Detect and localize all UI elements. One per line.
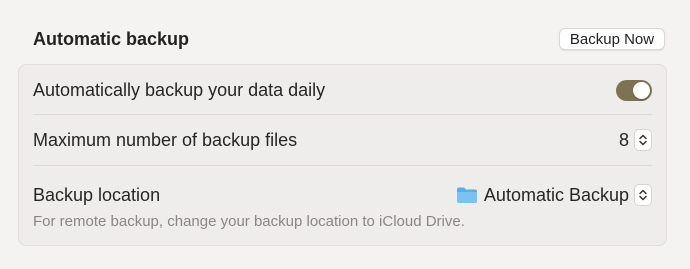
up-down-chevron-icon	[639, 134, 647, 146]
toggle-knob	[633, 81, 650, 99]
max-files-value: 8	[618, 129, 629, 150]
location-popup-button[interactable]	[634, 184, 652, 206]
max-files-label: Maximum number of backup files	[33, 129, 298, 150]
location-value: Automatic Backup	[483, 184, 629, 205]
divider	[33, 114, 652, 115]
location-hint: For remote backup, change your backup lo…	[33, 213, 465, 230]
max-files-row: Maximum number of backup files 8	[33, 128, 652, 152]
backup-settings-card: Automatically backup your data daily Max…	[18, 64, 667, 246]
max-files-stepper[interactable]	[634, 129, 652, 151]
location-select[interactable]: Automatic Backup	[456, 185, 629, 206]
daily-backup-label: Automatically backup your data daily	[33, 79, 326, 100]
folder-icon	[456, 186, 478, 204]
backup-now-button[interactable]: Backup Now	[559, 28, 665, 50]
section-title: Automatic backup	[33, 29, 190, 49]
daily-backup-toggle[interactable]	[616, 79, 652, 101]
location-row: Backup location Automatic Backup	[33, 183, 652, 207]
location-label: Backup location	[33, 184, 161, 205]
up-down-chevron-icon	[639, 189, 647, 201]
divider	[33, 165, 652, 166]
daily-backup-row: Automatically backup your data daily	[33, 78, 652, 102]
